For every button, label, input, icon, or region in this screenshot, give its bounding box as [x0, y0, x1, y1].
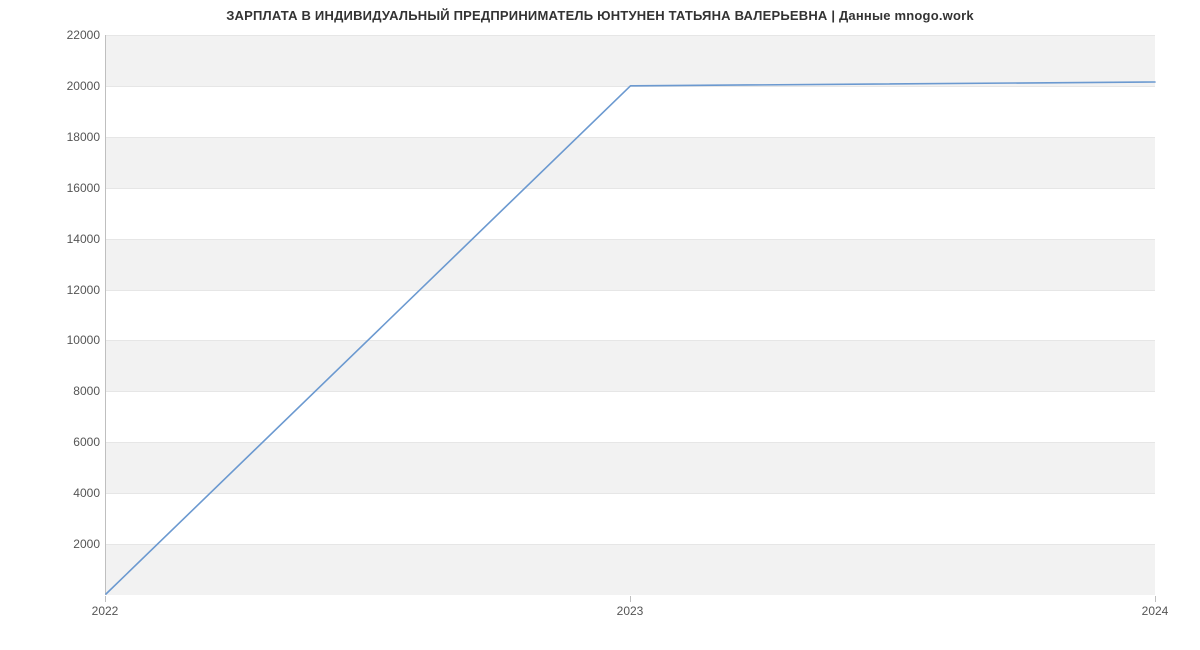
x-tick [630, 596, 631, 602]
plot-area [105, 35, 1155, 595]
y-tick-label: 16000 [40, 181, 100, 195]
y-tick-label: 4000 [40, 486, 100, 500]
x-tick-label: 2023 [617, 604, 644, 618]
y-tick-label: 2000 [40, 537, 100, 551]
y-tick-label: 14000 [40, 232, 100, 246]
chart-title: ЗАРПЛАТА В ИНДИВИДУАЛЬНЫЙ ПРЕДПРИНИМАТЕЛ… [0, 8, 1200, 23]
y-tick-label: 18000 [40, 130, 100, 144]
y-tick-label: 8000 [40, 384, 100, 398]
chart-container: ЗАРПЛАТА В ИНДИВИДУАЛЬНЫЙ ПРЕДПРИНИМАТЕЛ… [0, 0, 1200, 650]
x-tick [105, 596, 106, 602]
series-line [106, 82, 1155, 594]
x-tick [1155, 596, 1156, 602]
line-series [106, 35, 1155, 594]
y-tick-label: 10000 [40, 333, 100, 347]
y-tick-label: 20000 [40, 79, 100, 93]
y-tick-label: 12000 [40, 283, 100, 297]
x-tick-label: 2022 [92, 604, 119, 618]
y-tick-label: 22000 [40, 28, 100, 42]
y-tick-label: 6000 [40, 435, 100, 449]
x-tick-label: 2024 [1142, 604, 1169, 618]
